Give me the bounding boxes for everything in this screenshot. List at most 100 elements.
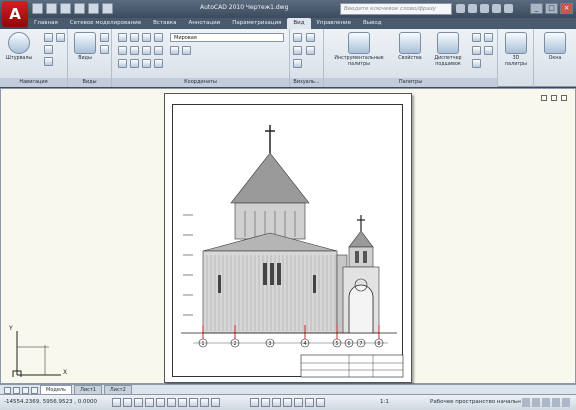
tab-6[interactable]: Управление: [311, 18, 358, 29]
layout-tab-2[interactable]: Лист2: [103, 385, 132, 394]
dyn-toggle-icon[interactable]: [189, 398, 198, 407]
workspace-switch[interactable]: Рабочее пространство начальн: [430, 399, 521, 405]
clean-screen-icon[interactable]: [562, 398, 570, 407]
tool-palettes-button[interactable]: Инструментальные палитры: [326, 32, 392, 68]
snap-toggle-icon[interactable]: [112, 398, 121, 407]
named-ucs-icon[interactable]: [170, 46, 179, 55]
help-icon[interactable]: [504, 4, 513, 13]
otrack-toggle-icon[interactable]: [167, 398, 176, 407]
quick-view-drawings-icon[interactable]: [272, 398, 281, 407]
dbconnect-icon[interactable]: [472, 59, 481, 68]
zoom-status-icon[interactable]: [294, 398, 303, 407]
lock-icon[interactable]: [522, 398, 530, 407]
tab-0[interactable]: Главная: [28, 18, 64, 29]
command-line-icon[interactable]: [472, 46, 481, 55]
annotation-scale[interactable]: 1:1: [380, 399, 389, 405]
ucs-face-icon[interactable]: [130, 59, 139, 68]
polar-toggle-icon[interactable]: [145, 398, 154, 407]
search-input[interactable]: Введите ключевое слово/фразу: [340, 3, 452, 15]
ucs-3point-icon[interactable]: [154, 46, 163, 55]
ucs-combo[interactable]: Мировая: [170, 33, 284, 42]
grid-toggle-icon[interactable]: [123, 398, 132, 407]
ucs-y-icon[interactable]: [130, 46, 139, 55]
tab-2[interactable]: Вставка: [147, 18, 182, 29]
properties-button[interactable]: Свойства: [394, 32, 426, 62]
last-layout-icon[interactable]: [31, 387, 38, 394]
open-icon[interactable]: [46, 3, 57, 14]
face-style-icon[interactable]: [293, 59, 302, 68]
views-button[interactable]: Виды: [70, 32, 100, 62]
layout-tab-0[interactable]: Модель: [40, 385, 73, 394]
tab-4[interactable]: Параметризация: [226, 18, 287, 29]
shadows-icon[interactable]: [293, 46, 302, 55]
edge-effects-icon[interactable]: [306, 33, 315, 42]
close-button[interactable]: ×: [560, 3, 573, 14]
showmotion-icon[interactable]: [56, 33, 65, 42]
drawing-close-icon[interactable]: [561, 95, 567, 101]
drawing-restore-icon[interactable]: [551, 95, 557, 101]
design-center-icon[interactable]: [472, 33, 481, 42]
subscription-icon[interactable]: [468, 4, 477, 13]
window-controls: _ □ ×: [530, 3, 573, 14]
orbit-icon[interactable]: [44, 57, 53, 66]
pan-status-icon[interactable]: [283, 398, 292, 407]
showmotion-status-icon[interactable]: [316, 398, 325, 407]
ucs-view-icon[interactable]: [142, 33, 151, 42]
tab-7[interactable]: Вывод: [357, 18, 388, 29]
quick-view-layouts-icon[interactable]: [261, 398, 270, 407]
maximize-button[interactable]: □: [545, 3, 558, 14]
communication-icon[interactable]: [480, 4, 489, 13]
status-menu-icon[interactable]: [552, 398, 560, 407]
search-icon[interactable]: [456, 4, 465, 13]
quickcalc-icon[interactable]: [484, 46, 493, 55]
qp-toggle-icon[interactable]: [211, 398, 220, 407]
undo-icon[interactable]: [74, 3, 85, 14]
pan-icon[interactable]: [44, 33, 53, 42]
ucs-x-icon[interactable]: [118, 46, 127, 55]
sheet-set-button[interactable]: Диспетчер подшивок: [428, 32, 468, 68]
prev-layout-icon[interactable]: [13, 387, 20, 394]
steering-status-icon[interactable]: [305, 398, 314, 407]
minimize-button[interactable]: _: [530, 3, 543, 14]
ucs-apply-icon[interactable]: [142, 59, 151, 68]
drawing-minimize-icon[interactable]: [541, 95, 547, 101]
ucs-world-icon[interactable]: [118, 33, 127, 42]
named-views-icon[interactable]: [100, 33, 109, 42]
application-menu-button[interactable]: A: [2, 1, 28, 27]
isolate-icon[interactable]: [542, 398, 550, 407]
markup-icon[interactable]: [484, 33, 493, 42]
lwt-toggle-icon[interactable]: [200, 398, 209, 407]
ducs-toggle-icon[interactable]: [178, 398, 187, 407]
3d-palettes-button[interactable]: 3D палитры: [501, 32, 531, 68]
ucs-origin-icon[interactable]: [130, 33, 139, 42]
steering-wheels-button[interactable]: Штурвалы: [4, 32, 34, 62]
zoom-icon[interactable]: [44, 45, 53, 54]
favorites-icon[interactable]: [492, 4, 501, 13]
windows-button[interactable]: Окна: [540, 32, 570, 62]
new-icon[interactable]: [32, 3, 43, 14]
drawing-area[interactable]: 1 2 3 4 5 6 7 8 Y X: [0, 88, 576, 384]
steering-wheel-icon: [8, 32, 30, 54]
ucs-object-icon[interactable]: [154, 33, 163, 42]
print-icon[interactable]: [102, 3, 113, 14]
first-layout-icon[interactable]: [4, 387, 11, 394]
ortho-toggle-icon[interactable]: [134, 398, 143, 407]
visual-style-icon[interactable]: [293, 33, 302, 42]
next-layout-icon[interactable]: [22, 387, 29, 394]
ucs-z-icon[interactable]: [142, 46, 151, 55]
tab-1[interactable]: Сетевое моделирование: [64, 18, 147, 29]
hardware-accel-icon[interactable]: [532, 398, 540, 407]
layout-tab-1[interactable]: Лист1: [74, 385, 102, 394]
osnap-toggle-icon[interactable]: [156, 398, 165, 407]
tab-5[interactable]: Вид: [287, 18, 311, 29]
model-icon[interactable]: [250, 398, 259, 407]
redo-icon[interactable]: [88, 3, 99, 14]
camera-icon[interactable]: [100, 45, 109, 54]
ucs-previous-icon[interactable]: [118, 59, 127, 68]
save-icon[interactable]: [60, 3, 71, 14]
ucs-settings-icon[interactable]: [182, 46, 191, 55]
tab-3[interactable]: Аннотации: [182, 18, 226, 29]
xray-icon[interactable]: [306, 46, 315, 55]
drafting-toggles: [112, 398, 220, 407]
ucs-icon-toggle[interactable]: [154, 59, 163, 68]
